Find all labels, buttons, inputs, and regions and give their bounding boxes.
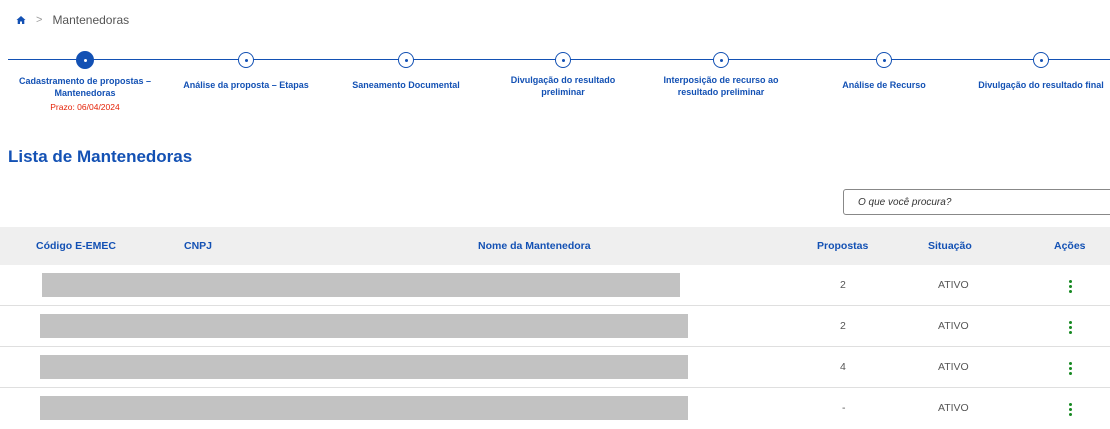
table-row[interactable]: 2 ATIVO [0,306,1110,347]
header-cnpj: CNPJ [184,240,213,252]
table-header: Código E-EMEC CNPJ Nome da Mantenedora P… [0,227,1110,265]
search-box[interactable] [843,189,1110,215]
home-icon[interactable] [16,15,26,25]
table-row[interactable]: - ATIVO [0,388,1110,429]
step-indicator [398,52,414,68]
cell-situacao: ATIVO [938,320,969,332]
search-input[interactable] [858,196,1110,208]
header-acoes: Ações [1054,240,1086,252]
step-divulgacao-final[interactable]: Divulgação do resultado final [954,52,1110,92]
breadcrumb-separator: > [36,14,43,26]
more-actions-icon[interactable] [1062,276,1078,296]
cell-propostas: 2 [840,320,846,332]
cell-propostas: 4 [840,361,846,373]
step-deadline: Prazo: 06/04/2024 [50,102,120,112]
header-propostas: Propostas [817,240,869,252]
step-saneamento[interactable]: Saneamento Documental [321,52,491,92]
step-cadastramento[interactable]: Cadastramento de propostas – Mantenedora… [0,51,170,112]
redacted-content [42,273,680,297]
step-indicator [713,52,729,68]
cell-propostas: - [842,402,846,414]
step-label: Divulgação do resultado final [978,80,1104,90]
more-actions-icon[interactable] [1062,358,1078,378]
step-indicator [238,52,254,68]
mantenedoras-table: Código E-EMEC CNPJ Nome da Mantenedora P… [0,227,1110,429]
step-label: Cadastramento de propostas – Mantenedora… [18,76,152,98]
table-row[interactable]: 4 ATIVO [0,347,1110,388]
step-indicator [876,52,892,68]
step-label: Divulgação do resultado preliminar [510,75,616,97]
cell-situacao: ATIVO [938,279,969,291]
page-title: Lista de Mantenedoras [8,147,193,166]
step-divulgacao-preliminar[interactable]: Divulgação do resultado preliminar [478,52,648,98]
header-codigo: Código E-EMEC [36,240,116,252]
step-label: Análise da proposta – Etapas [183,80,309,90]
breadcrumb-current: Mantenedoras [52,13,130,27]
cell-propostas: 2 [840,279,846,291]
more-actions-icon[interactable] [1062,317,1078,337]
process-stepper: Cadastramento de propostas – Mantenedora… [0,46,1110,136]
redacted-content [40,314,688,338]
more-actions-icon[interactable] [1062,399,1078,419]
step-indicator [1033,52,1049,68]
cell-situacao: ATIVO [938,361,969,373]
step-indicator [76,51,94,69]
step-analise-recurso[interactable]: Análise de Recurso [799,52,969,92]
step-indicator [555,52,571,68]
step-label: Interposição de recurso ao resultado pre… [663,75,779,97]
step-interposicao-recurso[interactable]: Interposição de recurso ao resultado pre… [636,52,806,98]
redacted-content [40,355,688,379]
step-label: Saneamento Documental [352,80,460,90]
step-label: Análise de Recurso [842,80,926,90]
header-situacao: Situação [928,240,972,252]
cell-situacao: ATIVO [938,402,969,414]
step-analise-proposta[interactable]: Análise da proposta – Etapas [161,52,331,92]
breadcrumb: > Mantenedoras [16,13,129,27]
redacted-content [40,396,688,420]
header-nome: Nome da Mantenedora [478,240,591,252]
table-row[interactable]: 2 ATIVO [0,265,1110,306]
